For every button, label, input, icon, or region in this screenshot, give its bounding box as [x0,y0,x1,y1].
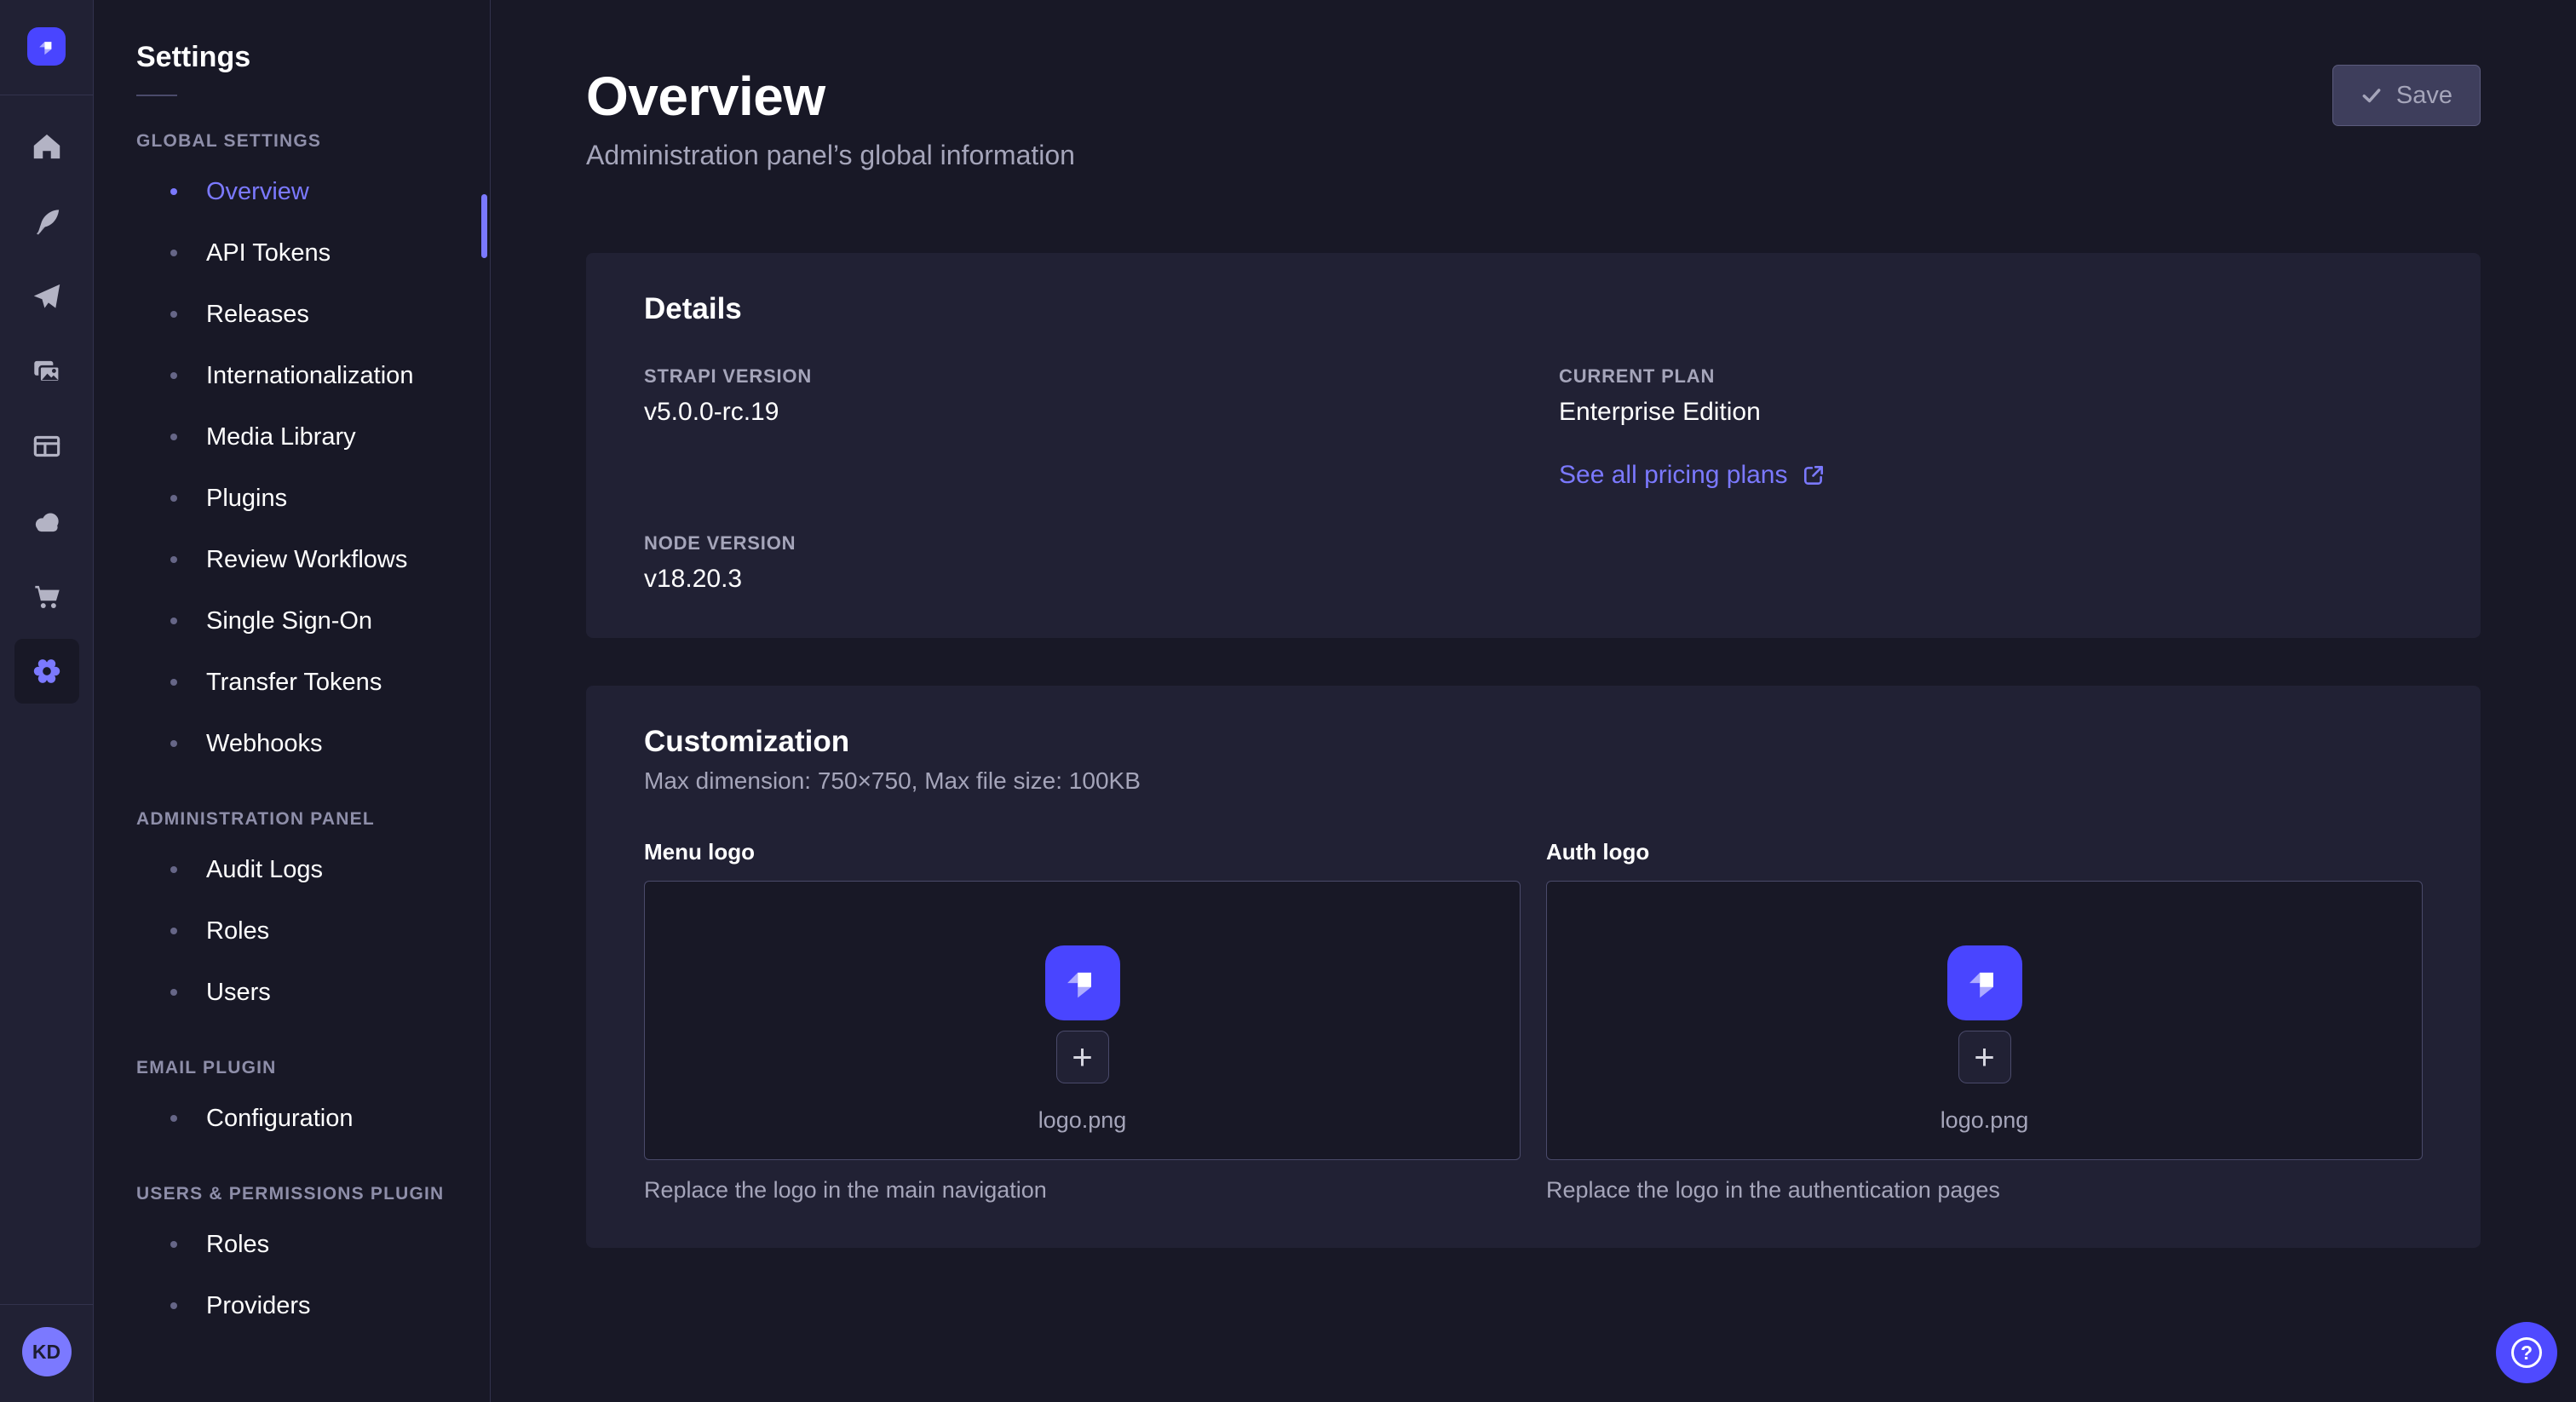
sidebar-item-review-workflows[interactable]: Review Workflows [136,529,490,590]
menu-logo-add-button[interactable]: + [1056,1031,1109,1083]
icon-rail: KD [0,0,94,1402]
section-label-email-plugin: EMAIL PLUGIN [136,1049,490,1088]
content-manager-feather-icon[interactable] [14,189,79,254]
section-label-global-settings: GLOBAL SETTINGS [136,122,490,161]
deploy-cloud-icon[interactable] [14,489,79,554]
bullet-icon [170,989,177,996]
bullet-icon [170,434,177,440]
main-content: Overview Administration panel’s global i… [491,0,2576,1402]
bullet-icon [170,1241,177,1248]
node-version-value: v18.20.3 [644,565,1508,594]
current-plan-field: CURRENT PLAN Enterprise Edition See all … [1559,365,2423,490]
save-button[interactable]: Save [2332,65,2481,126]
page-header: Overview Administration panel’s global i… [586,65,2481,171]
rail-avatar-section: KD [0,1304,93,1402]
auth-logo-label: Auth logo [1546,839,2423,865]
bullet-icon [170,1302,177,1309]
bullet-icon [170,556,177,563]
menu-logo-filename: logo.png [1038,1107,1127,1134]
bullet-icon [170,679,177,686]
page-subtitle: Administration panel’s global informatio… [586,140,1075,171]
bullet-icon [170,188,177,195]
menu-logo-hint: Replace the logo in the main navigation [644,1177,1521,1204]
current-plan-value: Enterprise Edition [1559,398,2423,427]
sidebar-item-releases[interactable]: Releases [136,284,490,345]
sidebar-item-audit-logs[interactable]: Audit Logs [136,839,490,900]
details-card-title: Details [644,292,2423,326]
external-link-icon [1802,463,1826,487]
strapi-version-label: STRAPI VERSION [644,365,1508,388]
details-card: Details STRAPI VERSION v5.0.0-rc.19 CURR… [586,253,2481,638]
global-settings-list: Overview API Tokens Releases Internation… [136,161,490,774]
settings-subnav: Settings GLOBAL SETTINGS Overview API To… [94,0,491,1402]
sidebar-item-up-providers[interactable]: Providers [136,1275,490,1336]
releases-paper-plane-icon[interactable] [14,264,79,329]
auth-logo-filename: logo.png [1941,1107,2029,1134]
menu-logo-preview-strapi-icon [1045,945,1120,1020]
sidebar-item-up-roles[interactable]: Roles [136,1214,490,1275]
check-icon [2360,84,2383,106]
customization-card-title: Customization [644,725,2423,759]
sidebar-item-api-tokens[interactable]: API Tokens [136,222,490,284]
node-version-label: NODE VERSION [644,532,1508,554]
users-permissions-list: Roles Providers [136,1214,490,1336]
rail-nav [14,114,79,704]
sidebar-item-transfer-tokens[interactable]: Transfer Tokens [136,652,490,713]
help-button[interactable]: ? [2496,1322,2557,1383]
node-version-field: NODE VERSION v18.20.3 [644,532,1508,594]
sidebar-item-email-configuration[interactable]: Configuration [136,1088,490,1149]
bullet-icon [170,1115,177,1122]
sidebar-item-single-sign-on[interactable]: Single Sign-On [136,590,490,652]
section-label-users-permissions-plugin: USERS & PERMISSIONS PLUGIN [136,1175,490,1214]
subnav-title: Settings [136,41,490,74]
bullet-icon [170,372,177,379]
administration-panel-list: Audit Logs Roles Users [136,839,490,1023]
auth-logo-add-button[interactable]: + [1958,1031,2011,1083]
strapi-logo-icon[interactable] [27,27,66,66]
bullet-icon [170,740,177,747]
bullet-icon [170,250,177,256]
auth-logo-hint: Replace the logo in the authentication p… [1546,1177,2423,1204]
bullet-icon [170,495,177,502]
bullet-icon [170,618,177,624]
sidebar-item-webhooks[interactable]: Webhooks [136,713,490,774]
email-plugin-list: Configuration [136,1088,490,1149]
sidebar-item-plugins[interactable]: Plugins [136,468,490,529]
media-library-images-icon[interactable] [14,339,79,404]
sidebar-item-internationalization[interactable]: Internationalization [136,345,490,406]
pricing-plans-link[interactable]: See all pricing plans [1559,461,1826,490]
customization-constraints: Max dimension: 750×750, Max file size: 1… [644,767,2423,795]
subnav-scrollbar-thumb[interactable] [481,194,487,258]
customization-card: Customization Max dimension: 750×750, Ma… [586,686,2481,1248]
home-icon[interactable] [14,114,79,179]
app-window: KD Settings GLOBAL SETTINGS Overview API… [0,0,2576,1402]
bullet-icon [170,928,177,934]
sidebar-item-admin-users[interactable]: Users [136,962,490,1023]
menu-logo-upload: Menu logo + logo.png Replace the logo in… [644,839,1521,1204]
current-plan-label: CURRENT PLAN [1559,365,2423,388]
settings-gear-icon[interactable] [14,639,79,704]
auth-logo-dropzone[interactable]: + logo.png [1546,881,2423,1160]
sidebar-item-overview[interactable]: Overview [136,161,490,222]
content-type-builder-layout-icon[interactable] [14,414,79,479]
user-avatar[interactable]: KD [22,1327,72,1376]
page-title: Overview [586,65,1075,128]
menu-logo-dropzone[interactable]: + logo.png [644,881,1521,1160]
section-label-administration-panel: ADMINISTRATION PANEL [136,800,490,839]
rail-logo-section [0,0,93,95]
strapi-version-field: STRAPI VERSION v5.0.0-rc.19 [644,365,1508,490]
marketplace-cart-icon[interactable] [14,564,79,629]
auth-logo-upload: Auth logo + logo.png Replace the logo in… [1546,839,2423,1204]
bullet-icon [170,311,177,318]
subnav-divider [136,95,177,96]
auth-logo-preview-strapi-icon [1947,945,2022,1020]
question-mark-icon: ? [2511,1337,2542,1368]
menu-logo-label: Menu logo [644,839,1521,865]
bullet-icon [170,866,177,873]
sidebar-item-admin-roles[interactable]: Roles [136,900,490,962]
strapi-version-value: v5.0.0-rc.19 [644,398,1508,427]
sidebar-item-media-library[interactable]: Media Library [136,406,490,468]
